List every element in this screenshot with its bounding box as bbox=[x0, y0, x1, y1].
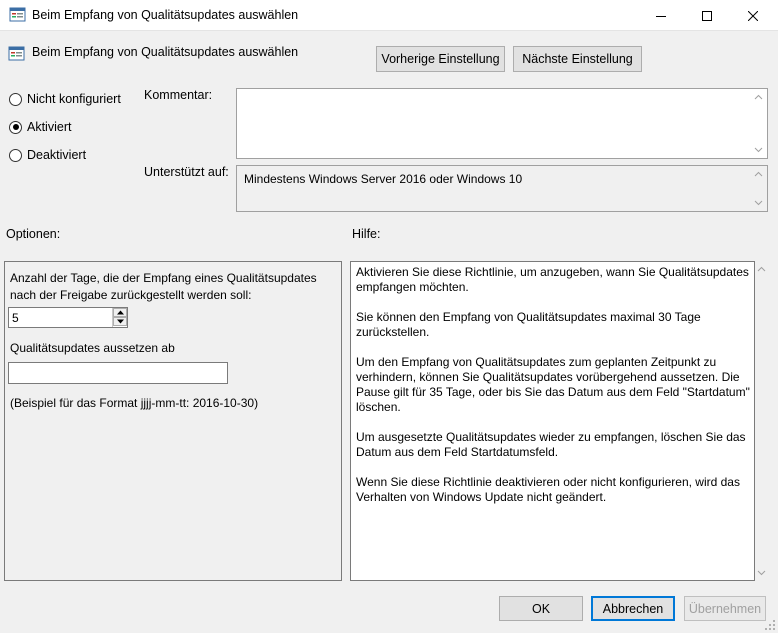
close-button[interactable] bbox=[730, 0, 776, 31]
scroll-down-icon[interactable] bbox=[754, 145, 763, 154]
radio-label: Nicht konfiguriert bbox=[27, 92, 121, 106]
minimize-icon bbox=[656, 15, 666, 17]
supported-scrollbar[interactable] bbox=[750, 166, 767, 211]
help-paragraph: Um ausgesetzte Qualitätsupdates wieder z… bbox=[356, 430, 746, 459]
help-panel: Aktivieren Sie diese Richtlinie, um anzu… bbox=[350, 261, 755, 581]
radio-not-configured[interactable]: Nicht konfiguriert bbox=[9, 92, 121, 106]
radio-circle[interactable] bbox=[9, 120, 22, 134]
help-scrollbar[interactable] bbox=[756, 261, 768, 581]
apply-button[interactable]: Übernehmen bbox=[684, 596, 766, 621]
radio-label: Deaktiviert bbox=[27, 148, 87, 162]
radio-disabled[interactable]: Deaktiviert bbox=[9, 148, 86, 162]
radio-enabled[interactable]: Aktiviert bbox=[9, 120, 71, 134]
help-paragraph: Sie können den Empfang von Qualitätsupda… bbox=[356, 310, 701, 339]
next-setting-button[interactable]: Nächste Einstellung bbox=[513, 46, 642, 72]
maximize-icon bbox=[702, 10, 712, 21]
scroll-down-icon[interactable] bbox=[754, 198, 763, 207]
radio-circle[interactable] bbox=[9, 92, 22, 106]
spin-down-icon bbox=[116, 319, 124, 324]
options-panel: Anzahl der Tage, die der Empfang eines Q… bbox=[4, 261, 342, 581]
resize-grip-icon[interactable] bbox=[764, 619, 776, 631]
help-paragraph: Wenn Sie diese Richtlinie deaktivieren o… bbox=[356, 475, 740, 504]
title-bar[interactable]: Beim Empfang von Qualitätsupdates auswäh… bbox=[0, 0, 778, 31]
spin-up-icon bbox=[116, 310, 124, 315]
help-label: Hilfe: bbox=[352, 227, 381, 241]
policy-settings-icon bbox=[8, 46, 25, 61]
cancel-button[interactable]: Abbrechen bbox=[591, 596, 675, 621]
policy-title: Beim Empfang von Qualitätsupdates auswäh… bbox=[32, 45, 299, 59]
help-paragraph: Um den Empfang von Qualitätsupdates zum … bbox=[356, 355, 750, 414]
supported-on-field: Mindestens Windows Server 2016 oder Wind… bbox=[236, 165, 768, 212]
scroll-up-icon[interactable] bbox=[754, 93, 763, 102]
help-text: Aktivieren Sie diese Richtlinie, um anzu… bbox=[356, 265, 751, 520]
minimize-button[interactable] bbox=[638, 0, 684, 31]
defer-days-label: Anzahl der Tage, die der Empfang eines Q… bbox=[10, 271, 317, 302]
pause-date-input[interactable] bbox=[8, 362, 228, 384]
spin-buttons[interactable] bbox=[112, 308, 127, 327]
radio-circle[interactable] bbox=[9, 148, 22, 162]
defer-days-value[interactable]: 5 bbox=[12, 311, 19, 325]
scroll-down-icon[interactable] bbox=[757, 568, 766, 577]
options-label: Optionen: bbox=[6, 227, 61, 241]
close-icon bbox=[748, 10, 758, 21]
comment-scrollbar[interactable] bbox=[750, 89, 767, 158]
ok-button[interactable]: OK bbox=[499, 596, 583, 621]
comment-label: Kommentar: bbox=[144, 88, 213, 102]
comment-textarea[interactable] bbox=[236, 88, 768, 159]
maximize-button[interactable] bbox=[684, 0, 730, 31]
spin-up-button[interactable] bbox=[113, 308, 127, 317]
scroll-up-icon[interactable] bbox=[757, 265, 766, 274]
date-format-hint: (Beispiel für das Format jjjj-mm-tt: 201… bbox=[10, 396, 259, 410]
supported-on-value: Mindestens Windows Server 2016 oder Wind… bbox=[244, 172, 523, 186]
spin-down-button[interactable] bbox=[113, 317, 127, 326]
policy-settings-icon bbox=[9, 7, 26, 22]
scroll-up-icon[interactable] bbox=[754, 170, 763, 179]
supported-on-label: Unterstützt auf: bbox=[144, 165, 229, 179]
window-title: Beim Empfang von Qualitätsupdates auswäh… bbox=[32, 8, 299, 22]
radio-label: Aktiviert bbox=[27, 120, 72, 134]
help-paragraph: Aktivieren Sie diese Richtlinie, um anzu… bbox=[356, 265, 749, 294]
previous-setting-button[interactable]: Vorherige Einstellung bbox=[376, 46, 505, 72]
defer-days-spinbox[interactable]: 5 bbox=[8, 307, 128, 328]
pause-from-label: Qualitätsupdates aussetzen ab bbox=[10, 341, 175, 355]
